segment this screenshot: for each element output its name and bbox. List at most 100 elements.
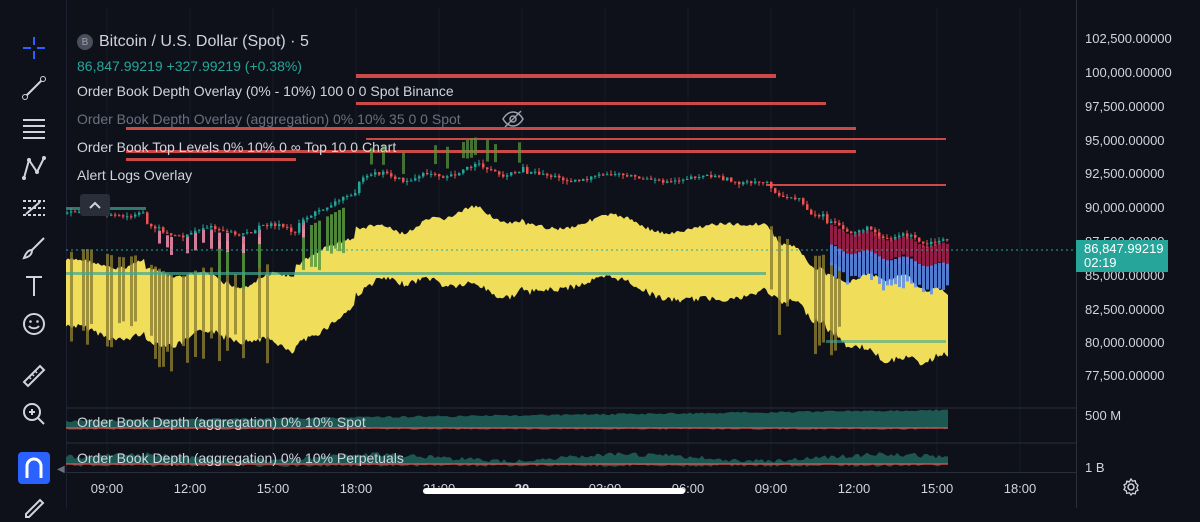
pane-spot-title[interactable]: Order Book Depth (aggregation) 0% 10% Sp… [77,414,366,430]
candle-body [198,229,201,231]
depth-streak-blue [874,253,877,274]
candle-body [374,172,377,175]
candle-body [534,171,537,173]
candle-body [450,174,453,177]
candle-body [934,241,937,243]
candle-body [890,238,893,240]
brush-icon[interactable] [16,232,52,264]
chevron-up-icon [89,201,101,209]
candle-body [822,214,825,217]
scroll-indicator[interactable] [423,488,685,494]
collapse-legend-button[interactable] [80,194,110,216]
candle-body [674,180,677,182]
depth-streak-olive [258,267,261,339]
depth-streak-green [318,220,321,271]
depth-streak-crimson [846,233,849,254]
fib-icon[interactable] [16,112,52,144]
projection-icon[interactable] [16,192,52,224]
ask-wall [126,127,856,130]
candle-body [586,179,589,181]
candle-body [942,239,945,241]
settings-gear-icon[interactable] [1122,478,1140,496]
candle-body [258,225,261,231]
depth-streak-green [330,214,333,254]
price-chart[interactable] [66,8,1076,472]
candle-body [558,175,561,178]
candle-body [898,235,901,237]
depth-streak-green [334,212,337,249]
ruler-icon[interactable] [16,360,52,392]
depth-streak-crimson [894,238,897,258]
candle-body [490,169,493,171]
candle-body [638,176,641,179]
trendline-icon[interactable] [16,72,52,104]
candle-body [182,235,185,238]
candle-body [418,176,421,179]
depth-streak-blue [942,262,945,290]
pattern-icon[interactable] [16,152,52,184]
ask-wall [356,102,826,105]
candle-body [754,181,757,184]
candle-body [122,215,125,217]
candle-body [194,230,197,233]
candle-body [582,179,585,181]
depth-streak-top-green [402,152,405,175]
candle-body [294,231,297,233]
depth-streak-pink [158,230,161,244]
symbol-title[interactable]: B Bitcoin / U.S. Dollar (Spot) · 5 [77,33,309,51]
candle-body [110,214,113,216]
depth-streak-olive [154,266,157,359]
candle-body [502,174,505,177]
candle-body [274,223,277,227]
hidden-eye-icon[interactable] [502,110,524,128]
candle-body [290,227,293,232]
time-tick: 12:00 [837,481,871,496]
candle-body [746,181,749,183]
candle-body [906,233,909,237]
indicator-top-levels[interactable]: Order Book Top Levels 0% 10% 0 ∞ Top 10 … [77,139,396,155]
candle-body [938,240,941,243]
candle-body [878,232,881,237]
candle-body [510,172,513,176]
depth-streak-crimson [922,245,925,268]
time-tick: 15:00 [256,481,290,496]
pane-perp-title[interactable]: Order Book Depth (aggregation) 0% 10% Pe… [77,450,404,466]
candle-body [250,232,253,234]
candle-body [394,176,397,179]
indicator-depth-overlay[interactable]: Order Book Depth Overlay (0% - 10%) 100 … [77,83,454,99]
candle-body [234,231,237,235]
price-change: 86,847.99219 +327.99219 (+0.38%) [77,58,302,74]
ask-wall [356,74,776,78]
depth-streak-top-green [486,140,489,162]
magnet-icon[interactable] [18,452,50,484]
candle-body [630,175,633,177]
candle-body [498,171,501,175]
indicator-depth-aggregation[interactable]: Order Book Depth Overlay (aggregation) 0… [77,111,461,127]
candle-body [262,224,265,226]
candle-body [682,179,685,181]
candle-body [138,212,141,215]
candle-body [118,215,121,217]
depth-streak-top-green [466,140,469,159]
candle-body [282,224,285,227]
candle-body [782,195,785,198]
candle-body [154,226,157,229]
candle-body [74,211,77,213]
emoji-icon[interactable] [16,308,52,340]
depth-streak-olive [778,236,781,335]
text-icon[interactable] [16,270,52,302]
candle-body [270,223,273,227]
candle-body [254,230,257,234]
depth-streak-top-green [434,145,437,165]
depth-streak-olive [818,255,821,346]
crosshair-icon[interactable] [16,32,52,64]
pencil-icon[interactable] [16,490,52,522]
depth-streak-olive [86,249,89,345]
depth-streak-blue [834,246,837,278]
depth-streak-blue [910,258,913,284]
zoom-icon[interactable] [16,398,52,430]
time-tick: 15:00 [920,481,954,496]
price-change-value: +327.99219 (+0.38%) [166,58,302,74]
candle-body [698,177,701,179]
indicator-alert-logs[interactable]: Alert Logs Overlay [77,167,192,183]
